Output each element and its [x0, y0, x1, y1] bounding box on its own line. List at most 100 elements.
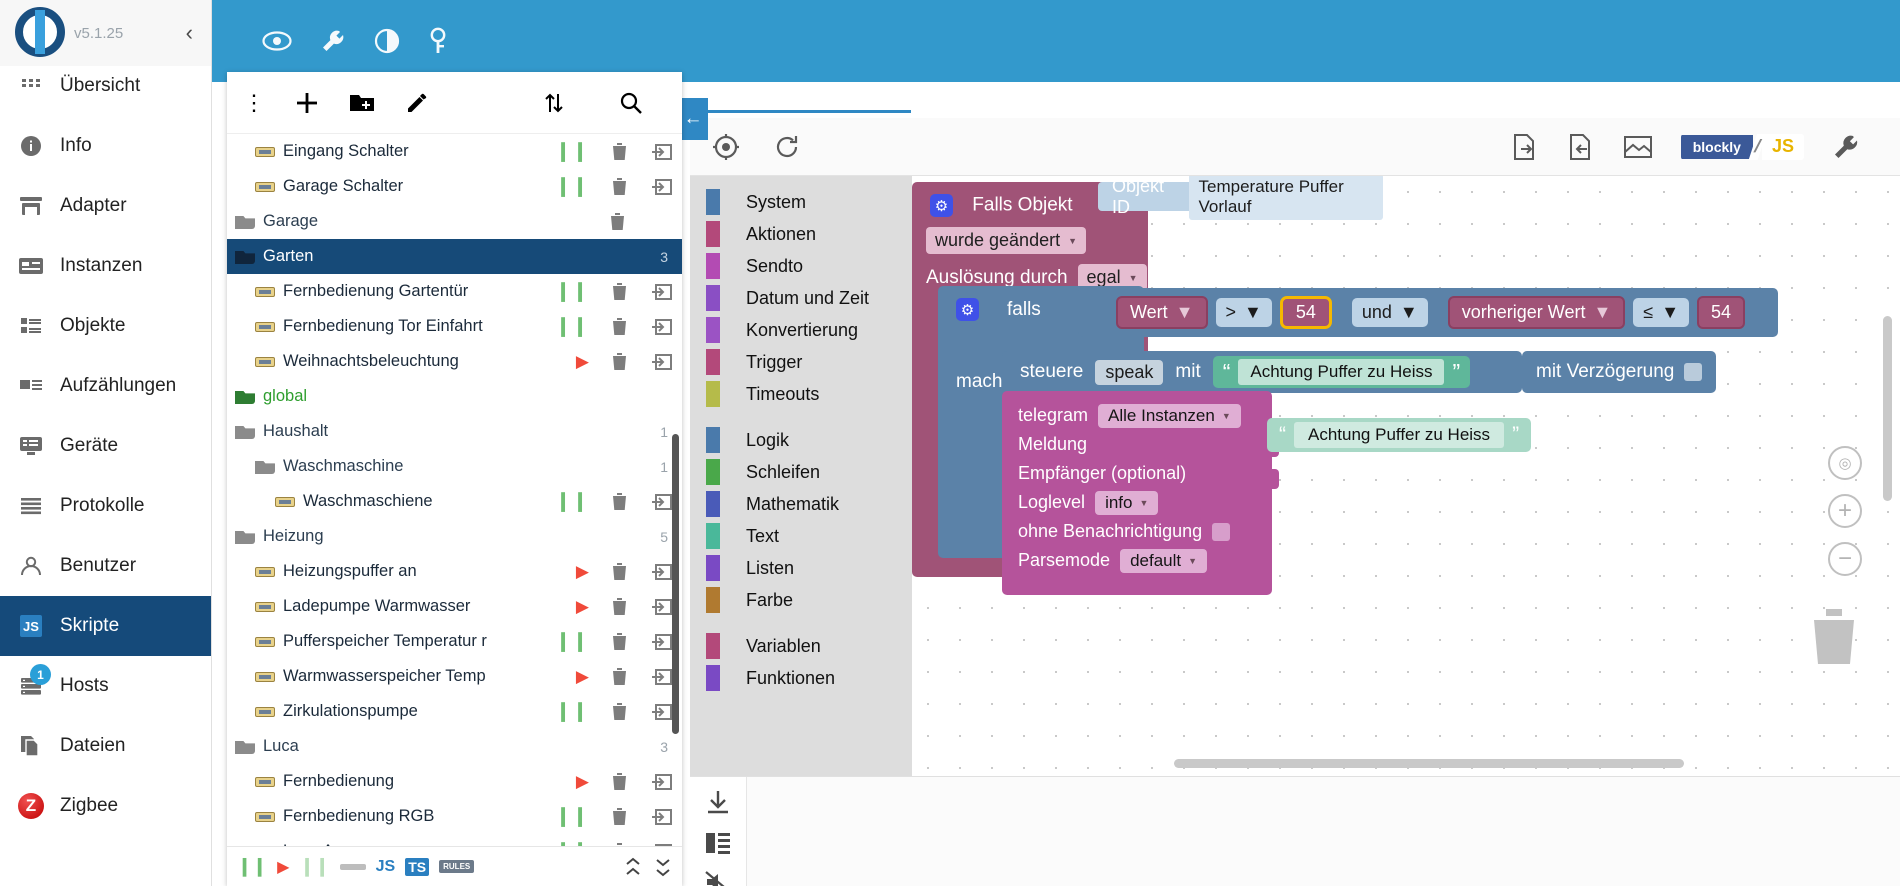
tree-row-folder-haushalt[interactable]: Haushalt 1: [227, 414, 682, 449]
toolbox-category-datum-und-zeit[interactable]: Datum und Zeit: [690, 282, 912, 314]
delete-icon[interactable]: [611, 177, 628, 196]
block-text-message[interactable]: “ Achtung Puffer zu Heiss ”: [1212, 356, 1471, 388]
pause-icon[interactable]: ❙❙: [555, 315, 589, 338]
tree-row-folder-global[interactable]: global: [227, 379, 682, 414]
delete-icon[interactable]: [611, 667, 628, 686]
export-icon[interactable]: [652, 493, 672, 511]
tree-row-script[interactable]: Garage Schalter ❙❙: [227, 169, 682, 204]
sidebar-item-instanzen[interactable]: Instanzen: [0, 236, 211, 296]
log-list-icon[interactable]: [705, 831, 731, 855]
delay-checkbox[interactable]: [1684, 363, 1703, 381]
pause-icon[interactable]: ❙❙: [555, 840, 589, 846]
pause-icon[interactable]: ❙❙: [555, 630, 589, 653]
tree-row-script[interactable]: Fernbedienung ▶: [227, 764, 682, 799]
delete-icon[interactable]: [611, 352, 628, 371]
export-icon[interactable]: [652, 563, 672, 581]
pause-icon[interactable]: ❙❙: [555, 805, 589, 828]
script-tree-list[interactable]: Eingang Schalter ❙❙ Garage Schalter ❙❙ G…: [227, 134, 682, 846]
export-icon[interactable]: [652, 703, 672, 721]
sidebar-item-geraete[interactable]: Geräte: [0, 416, 211, 476]
block-delay[interactable]: mit Verzögerung: [1522, 351, 1717, 393]
delete-icon[interactable]: [611, 317, 628, 336]
play-icon[interactable]: ▶: [576, 772, 589, 792]
mute-log-icon[interactable]: [705, 871, 731, 886]
tree-row-folder[interactable]: Garage: [227, 204, 682, 239]
eye-icon[interactable]: [262, 30, 292, 52]
toolbox-category-mathematik[interactable]: Mathematik: [690, 488, 912, 520]
back-arrow-icon[interactable]: ←: [678, 98, 708, 140]
expand-collapse-icon[interactable]: [543, 91, 565, 115]
settings-wrench-icon[interactable]: [1832, 133, 1860, 161]
export-icon[interactable]: [652, 283, 672, 301]
toolbox-category-farbe[interactable]: Farbe: [690, 584, 912, 616]
delete-icon[interactable]: [611, 597, 628, 616]
delete-icon[interactable]: [611, 282, 628, 301]
gear-icon[interactable]: ⚙: [930, 194, 953, 217]
tree-row-folder-garten[interactable]: Garten 3: [227, 239, 682, 274]
blockly-canvas[interactable]: ⚙ Falls Objekt wurde geändert ▼ Auslösun…: [912, 176, 1900, 776]
telegram-message-field[interactable]: Achtung Puffer zu Heiss: [1294, 422, 1505, 448]
toolbox-category-konvertierung[interactable]: Konvertierung: [690, 314, 912, 346]
reload-icon[interactable]: [774, 134, 800, 160]
filter-js-chip[interactable]: JS: [376, 858, 396, 876]
play-icon[interactable]: ▶: [576, 352, 589, 372]
condition-right-operand-dropdown[interactable]: vorheriger Wert ▼: [1447, 296, 1626, 329]
pause-icon[interactable]: ❙❙: [555, 140, 589, 163]
block-control-speak[interactable]: steuere speak mit “ Achtung Puffer zu He…: [1002, 351, 1522, 393]
tree-row-script[interactable]: Eingang Schalter ❙❙: [227, 134, 682, 169]
export-icon[interactable]: [652, 808, 672, 826]
expand-all-icon[interactable]: [654, 856, 672, 878]
block-condition-row[interactable]: Wert ▼ > ▼ 54 und ▼ vorheriger Wert ▼ ≤ …: [1078, 288, 1778, 337]
tree-row-folder-waschmaschine[interactable]: Waschmaschine 1: [227, 449, 682, 484]
log-output-pane[interactable]: [746, 777, 1900, 886]
export-icon[interactable]: [652, 773, 672, 791]
toolbox-category-aktionen[interactable]: Aktionen: [690, 218, 912, 250]
delete-icon[interactable]: [609, 212, 626, 231]
delete-icon[interactable]: [611, 142, 628, 161]
speak-message-field[interactable]: Achtung Puffer zu Heiss: [1238, 359, 1445, 385]
collapse-all-icon[interactable]: [624, 856, 642, 878]
canvas-horizontal-scrollbar[interactable]: [1174, 759, 1684, 768]
tree-row-script[interactable]: Fernbedienung Gartentür ❙❙: [227, 274, 682, 309]
sidebar-item-info[interactable]: Info: [0, 116, 211, 176]
export-icon[interactable]: [652, 668, 672, 686]
export-icon[interactable]: [652, 843, 672, 846]
tree-row-folder-luca[interactable]: Luca 3: [227, 729, 682, 764]
tree-row-script[interactable]: Weihnachtsbeleuchtung ▶: [227, 344, 682, 379]
no-notify-checkbox[interactable]: [1212, 522, 1231, 541]
key-icon[interactable]: [428, 27, 448, 55]
filter-rules-chip[interactable]: RULES: [439, 860, 475, 873]
filter-play-icon[interactable]: ▶: [277, 857, 289, 877]
toolbox-category-logik[interactable]: Logik: [690, 424, 912, 456]
condition-left-operand-dropdown[interactable]: Wert ▼: [1116, 296, 1208, 329]
zoom-reset-icon[interactable]: ◎: [1828, 446, 1862, 480]
add-folder-icon[interactable]: [349, 92, 375, 114]
condition-logic-operator-dropdown[interactable]: und ▼: [1351, 298, 1428, 327]
delete-icon[interactable]: [611, 842, 628, 846]
tree-row-script[interactable]: Warmwasserspeicher Temp ▶: [227, 659, 682, 694]
rename-icon[interactable]: [405, 91, 429, 115]
tree-row-script[interactable]: Zirkulationspumpe ❙❙: [227, 694, 682, 729]
export-icon[interactable]: [652, 633, 672, 651]
pause-icon[interactable]: ❙❙: [555, 490, 589, 513]
trigger-change-mode-dropdown[interactable]: wurde geändert ▼: [926, 227, 1087, 254]
add-script-icon[interactable]: [295, 91, 319, 115]
wrench-icon[interactable]: [320, 28, 346, 54]
mode-js-label[interactable]: JS: [1761, 133, 1804, 160]
mode-toggle[interactable]: blockly / JS: [1680, 133, 1804, 160]
sidebar-item-objekte[interactable]: Objekte: [0, 296, 211, 356]
delete-icon[interactable]: [611, 562, 628, 581]
more-menu-icon[interactable]: ⋮: [243, 90, 265, 116]
tree-row-script[interactable]: Pufferspeicher Temperatur r ❙❙: [227, 624, 682, 659]
condition-operator-dropdown[interactable]: > ▼: [1215, 298, 1272, 327]
tree-row-script[interactable]: Fernbedienung RGB ❙❙: [227, 799, 682, 834]
filter-dash-icon[interactable]: [339, 863, 366, 870]
tree-row-script[interactable]: Heizungspuffer an ▶: [227, 554, 682, 589]
download-log-icon[interactable]: [705, 789, 731, 815]
gear-icon[interactable]: ⚙: [956, 298, 979, 321]
sidebar-item-zigbee[interactable]: Z Zigbee: [0, 776, 211, 836]
toolbox-category-listen[interactable]: Listen: [690, 552, 912, 584]
toolbox-category-text[interactable]: Text: [690, 520, 912, 552]
canvas-vertical-scrollbar[interactable]: [1883, 316, 1892, 501]
sidebar-item-benutzer[interactable]: Benutzer: [0, 536, 211, 596]
